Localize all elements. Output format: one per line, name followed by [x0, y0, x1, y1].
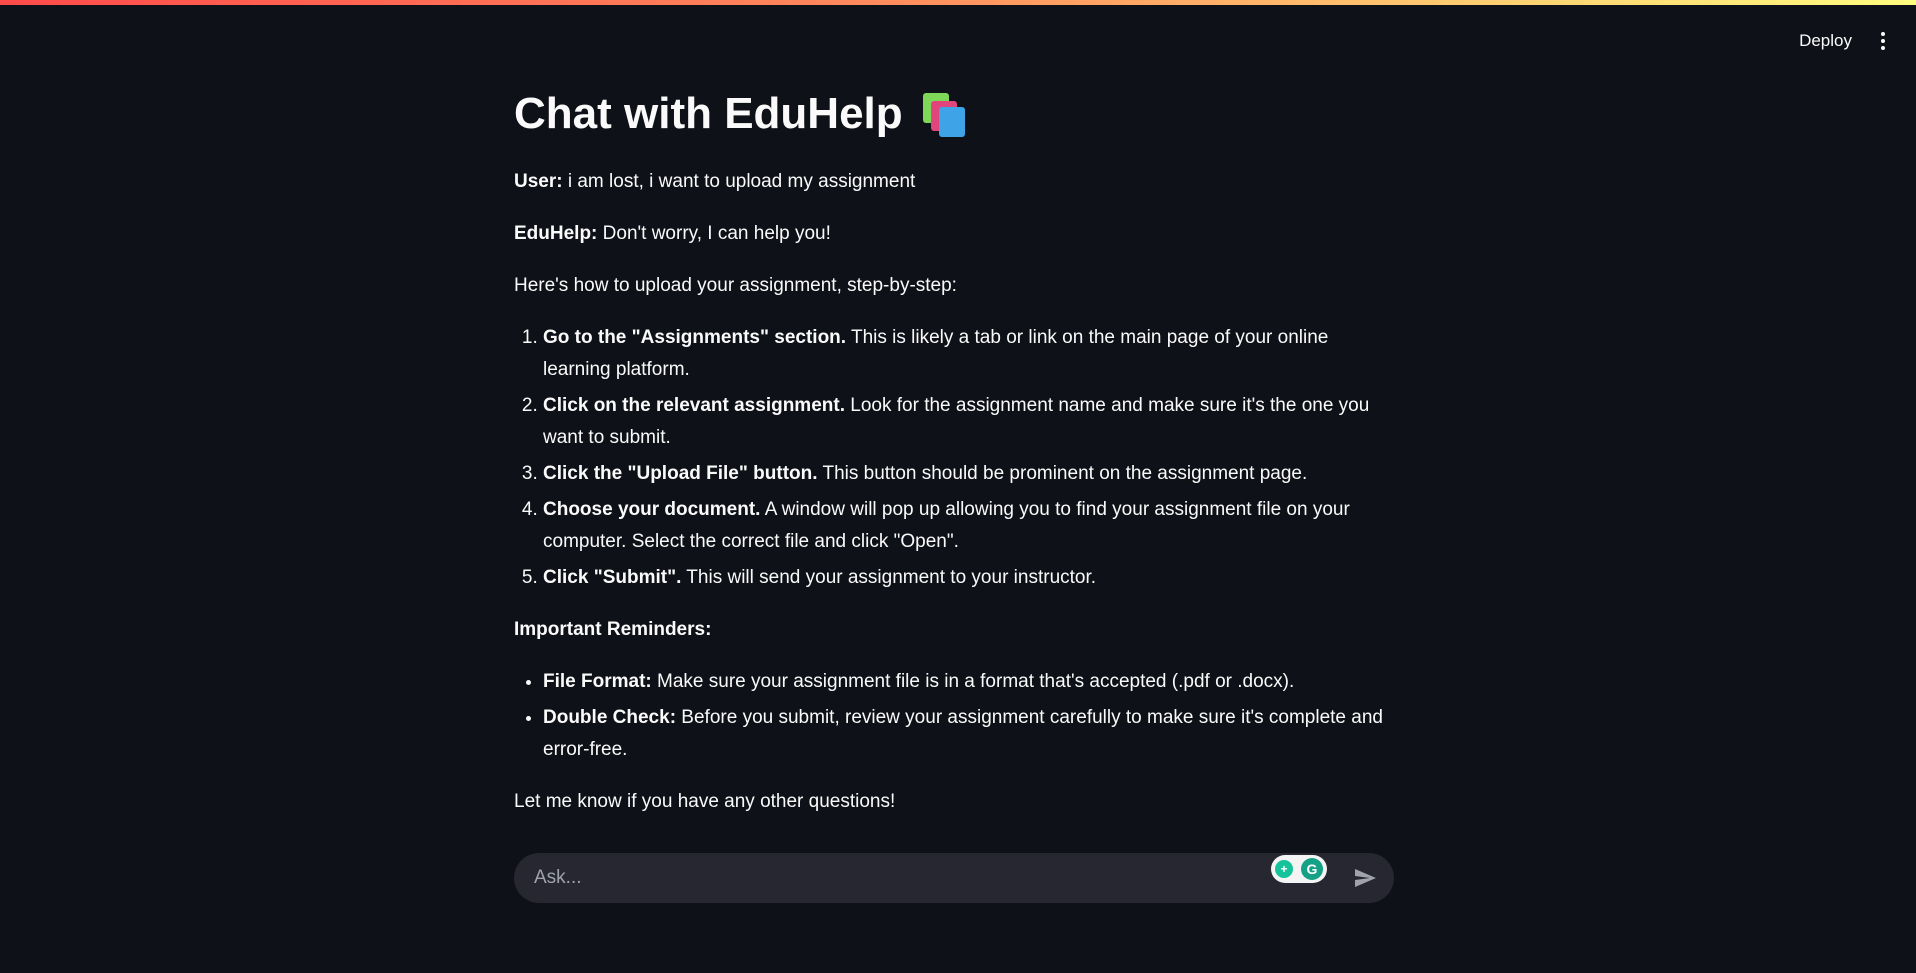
user-message-text: i am lost, i want to upload my assignmen…	[562, 171, 916, 192]
reminder-title: File Format:	[543, 671, 652, 692]
header-toolbar: Deploy	[1799, 26, 1892, 56]
reminders-heading-text: Important Reminders:	[514, 619, 712, 640]
steps-list: Go to the "Assignments" section. This is…	[514, 322, 1394, 594]
step-text: This button should be prominent on the a…	[817, 463, 1308, 484]
reminder-text: Make sure your assignment file is in a f…	[651, 671, 1295, 692]
grammarly-assist-icon: +	[1275, 860, 1293, 878]
user-message: User: i am lost, i want to upload my ass…	[514, 166, 1394, 198]
step-title: Click the "Upload File" button.	[543, 463, 818, 484]
reminder-title: Double Check:	[543, 707, 677, 728]
user-speaker-label: User:	[514, 171, 563, 192]
send-button[interactable]	[1350, 863, 1380, 893]
reminder-item: Double Check: Before you submit, review …	[543, 702, 1394, 766]
grammarly-logo-icon: G	[1301, 858, 1323, 880]
step-item: Choose your document. A window will pop …	[543, 494, 1394, 558]
bot-greeting-text: Don't worry, I can help you!	[597, 223, 831, 244]
chat-input[interactable]	[514, 866, 1350, 890]
step-item: Click the "Upload File" button. This but…	[543, 458, 1394, 490]
deploy-button[interactable]: Deploy	[1799, 31, 1852, 51]
reminders-heading: Important Reminders:	[514, 614, 1394, 646]
bot-closing: Let me know if you have any other questi…	[514, 791, 896, 812]
step-item: Go to the "Assignments" section. This is…	[543, 322, 1394, 386]
books-icon	[921, 91, 969, 137]
reminder-item: File Format: Make sure your assignment f…	[543, 666, 1394, 698]
kebab-menu-icon[interactable]	[1874, 26, 1892, 56]
step-item: Click on the relevant assignment. Look f…	[543, 390, 1394, 454]
menu-dot	[1881, 32, 1885, 36]
step-text: This will send your assignment to your i…	[681, 567, 1097, 588]
grammarly-icon[interactable]: + G	[1271, 855, 1327, 883]
bot-intro: Here's how to upload your assignment, st…	[514, 275, 957, 296]
page-title: Chat with EduHelp	[514, 84, 1394, 144]
bot-speaker-label: EduHelp:	[514, 223, 598, 244]
send-arrow-icon	[1355, 869, 1376, 887]
step-title: Click on the relevant assignment.	[543, 395, 845, 416]
step-title: Go to the "Assignments" section.	[543, 327, 847, 348]
chat-input-container: + G	[514, 853, 1394, 903]
main-content: Chat with EduHelp User: i am lost, i wan…	[514, 84, 1394, 838]
step-item: Click "Submit". This will send your assi…	[543, 562, 1394, 594]
reminders-list: File Format: Make sure your assignment f…	[514, 666, 1394, 766]
menu-dot	[1881, 46, 1885, 50]
top-decoration-bar	[0, 0, 1916, 5]
bot-message-greeting: EduHelp: Don't worry, I can help you!	[514, 218, 1394, 250]
step-title: Click "Submit".	[543, 567, 682, 588]
menu-dot	[1881, 39, 1885, 43]
step-title: Choose your document.	[543, 499, 761, 520]
page-title-text: Chat with EduHelp	[514, 89, 903, 138]
